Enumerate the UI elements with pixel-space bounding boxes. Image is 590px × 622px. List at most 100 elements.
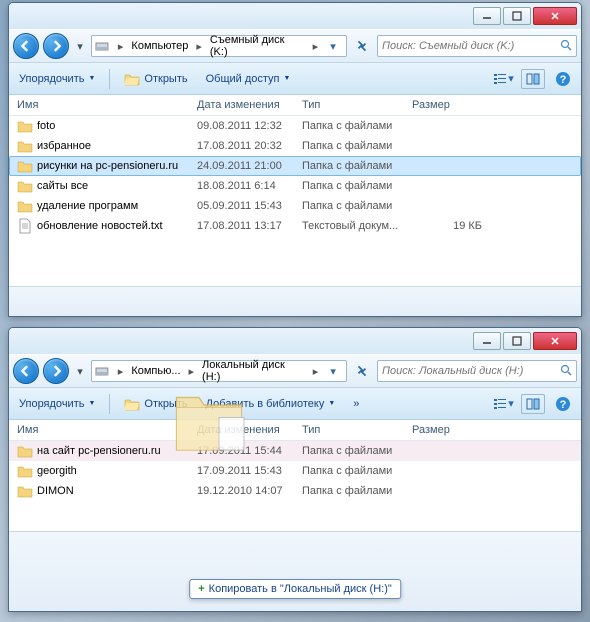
help-button[interactable]: ? [551, 394, 575, 414]
breadcrumb-root[interactable]: Компьютер [127, 40, 192, 52]
minimize-button[interactable] [473, 7, 501, 25]
file-type: Папка с файлами [302, 445, 412, 457]
file-name: удаление программ [17, 198, 197, 214]
search-input[interactable] [382, 40, 560, 52]
breadcrumb-sep: ▸ [309, 365, 323, 378]
search-input[interactable] [382, 365, 560, 377]
address-dropdown[interactable]: ▾ [322, 35, 344, 57]
breadcrumb-sep: ▸ [114, 40, 128, 53]
help-icon: ? [555, 396, 571, 412]
column-headers[interactable]: Имя Дата изменения Тип Размер [9, 420, 581, 441]
back-button[interactable] [13, 33, 39, 59]
svg-text:?: ? [560, 74, 567, 86]
titlebar[interactable] [9, 3, 581, 29]
minimize-button[interactable] [473, 332, 501, 350]
file-type: Папка с файлами [302, 485, 412, 497]
view-button[interactable]: ▾ [491, 69, 515, 89]
file-type: Папка с файлами [302, 180, 412, 192]
file-row[interactable]: рисунки на pc-pensioneru.ru24.09.2011 21… [9, 156, 581, 176]
forward-button[interactable] [43, 358, 69, 384]
col-type[interactable]: Тип [302, 99, 412, 111]
arrow-right-icon [50, 40, 62, 52]
refresh-button[interactable] [351, 35, 373, 57]
column-headers[interactable]: Имя Дата изменения Тип Размер [9, 95, 581, 116]
search-icon [560, 364, 572, 379]
more-button[interactable]: » [349, 396, 365, 412]
back-button[interactable] [13, 358, 39, 384]
file-row[interactable]: DIMON19.12.2010 14:07Папка с файлами [9, 481, 581, 501]
file-type: Папка с файлами [302, 200, 412, 212]
address-bar[interactable]: ▸ Компью... ▸ Локальный диск (H:) ▸ ▾ [91, 360, 347, 382]
forward-button[interactable] [43, 33, 69, 59]
col-size[interactable]: Размер [412, 424, 482, 436]
maximize-icon [512, 336, 522, 346]
close-icon [550, 11, 560, 21]
separator [109, 394, 110, 414]
open-button[interactable]: Открыть [120, 69, 191, 89]
preview-pane-button[interactable] [521, 69, 545, 89]
file-row[interactable]: foto09.08.2011 12:32Папка с файлами [9, 116, 581, 136]
col-name[interactable]: Имя [17, 99, 197, 111]
file-row[interactable]: обновление новостей.txt17.08.2011 13:17Т… [9, 216, 581, 236]
search-box[interactable] [377, 360, 577, 382]
col-size[interactable]: Размер [412, 99, 482, 111]
close-button[interactable] [533, 7, 577, 25]
file-date: 24.09.2011 21:00 [197, 160, 302, 172]
view-button[interactable]: ▾ [491, 394, 515, 414]
help-button[interactable]: ? [551, 69, 575, 89]
maximize-icon [512, 11, 522, 21]
history-dropdown[interactable]: ▾ [73, 361, 87, 381]
maximize-button[interactable] [503, 7, 531, 25]
explorer-window-k: ▾ ▸ Компьютер ▸ Съемный диск (K:) ▸ ▾ Уп… [8, 2, 582, 317]
file-row[interactable]: избранное17.08.2011 20:32Папка с файлами [9, 136, 581, 156]
drive-icon [94, 38, 110, 54]
close-button[interactable] [533, 332, 577, 350]
file-size: 19 КБ [412, 220, 482, 232]
breadcrumb-sep: ▸ [192, 40, 206, 53]
file-type: Папка с файлами [302, 465, 412, 477]
history-dropdown[interactable]: ▾ [73, 36, 87, 56]
file-date: 17.08.2011 20:32 [197, 140, 302, 152]
refresh-button[interactable] [351, 360, 373, 382]
file-date: 17.08.2011 13:17 [197, 220, 302, 232]
explorer-window-h: ▾ ▸ Компью... ▸ Локальный диск (H:) ▸ ▾ … [8, 327, 582, 612]
file-row[interactable]: сайты все18.08.2011 6:14Папка с файлами [9, 176, 581, 196]
refresh-icon [355, 364, 369, 378]
organize-button[interactable]: Упорядочить▼ [15, 71, 99, 87]
file-row[interactable]: удаление программ05.09.2011 15:43Папка с… [9, 196, 581, 216]
file-date: 09.08.2011 12:32 [197, 120, 302, 132]
file-type: Папка с файлами [302, 120, 412, 132]
file-type: Текстовый докум... [302, 220, 412, 232]
share-button[interactable]: Общий доступ▼ [202, 71, 295, 87]
search-box[interactable] [377, 35, 577, 57]
preview-pane-button[interactable] [521, 394, 545, 414]
status-bar: + Копировать в "Локальный диск (H:)" [9, 531, 581, 611]
drop-tooltip: + Копировать в "Локальный диск (H:)" [189, 579, 401, 599]
maximize-button[interactable] [503, 332, 531, 350]
arrow-left-icon [20, 40, 32, 52]
titlebar[interactable] [9, 328, 581, 354]
arrow-left-icon [20, 365, 32, 377]
file-row[interactable]: georgith17.09.2011 15:43Папка с файлами [9, 461, 581, 481]
nav-bar: ▾ ▸ Компьютер ▸ Съемный диск (K:) ▸ ▾ [9, 29, 581, 63]
folder-open-icon [124, 71, 140, 87]
pane-icon [526, 397, 540, 411]
breadcrumb-drive[interactable]: Съемный диск (K:) [206, 34, 309, 58]
pane-icon [526, 72, 540, 86]
col-date[interactable]: Дата изменения [197, 99, 302, 111]
file-name: обновление новостей.txt [17, 218, 197, 234]
help-icon: ? [555, 71, 571, 87]
organize-button[interactable]: Упорядочить▼ [15, 396, 99, 412]
file-name: избранное [17, 138, 197, 154]
svg-text:?: ? [560, 399, 567, 411]
close-icon [550, 336, 560, 346]
drive-icon [94, 363, 110, 379]
file-row[interactable]: на сайт pc-pensioneru.ru17.09.2011 15:44… [9, 441, 581, 461]
breadcrumb-root[interactable]: Компью... [127, 365, 184, 377]
plus-icon: + [198, 583, 204, 595]
address-dropdown[interactable]: ▾ [322, 360, 344, 382]
address-bar[interactable]: ▸ Компьютер ▸ Съемный диск (K:) ▸ ▾ [91, 35, 347, 57]
file-list: Имя Дата изменения Тип Размер на сайт pc… [9, 420, 581, 531]
drag-ghost-folder [169, 380, 249, 460]
col-type[interactable]: Тип [302, 424, 412, 436]
